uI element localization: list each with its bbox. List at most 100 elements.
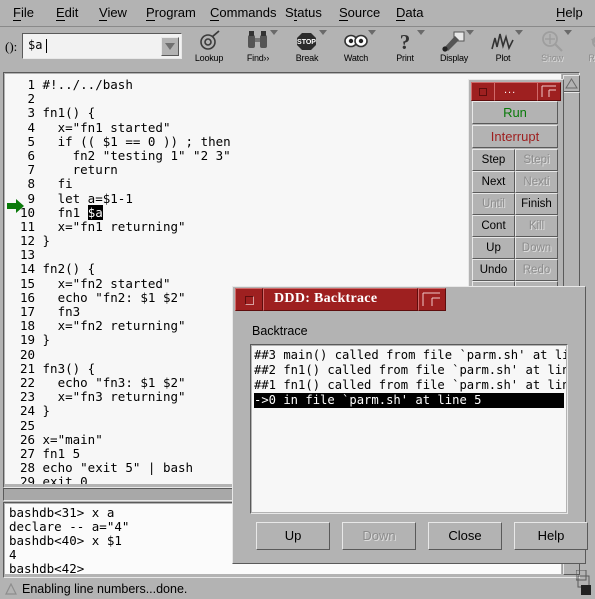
source-line[interactable]: 20 — [5, 346, 238, 362]
toolbar-find-button[interactable]: Find›› — [234, 29, 282, 69]
scroll-up-arrow-icon[interactable] — [563, 75, 580, 92]
cmd-run-button[interactable]: Run — [472, 101, 558, 124]
argument-field[interactable]: $a — [22, 33, 182, 59]
cmd-undo-button[interactable]: Undo — [472, 259, 515, 281]
source-line[interactable]: 4 x="fn1 started" — [5, 120, 238, 135]
source-line[interactable]: 10 fn1 $a — [5, 204, 238, 220]
toolbar-watch-button[interactable]: Watch — [332, 29, 380, 69]
source-line[interactable]: 18 x="fn2 returning" — [5, 318, 238, 334]
command-tool-window: ... Run Interrupt Step Stepi Next Nexti Until F… — [468, 79, 564, 309]
source-line[interactable]: 1 #!../../bash — [5, 77, 238, 92]
chevron-down-icon[interactable] — [270, 30, 278, 35]
line-number: 8 — [19, 176, 35, 192]
menu-data[interactable]: Data — [393, 4, 426, 22]
toolbar-plot-button[interactable]: Plot — [479, 29, 527, 69]
chevron-down-icon[interactable] — [368, 30, 376, 35]
cmd-interrupt-button[interactable]: Interrupt — [472, 125, 558, 148]
toolbar-display-button[interactable]: Display — [430, 29, 478, 69]
backtrace-help-button[interactable]: Help — [514, 522, 588, 550]
cmd-finish-button[interactable]: Finish — [515, 193, 558, 215]
source-line[interactable]: 26 x="main" — [5, 432, 238, 447]
line-number: 18 — [19, 318, 35, 334]
chevron-down-icon[interactable] — [417, 30, 425, 35]
source-line[interactable]: 25 — [5, 418, 238, 433]
selected-expression[interactable]: $a — [87, 204, 103, 220]
cmd-step-button[interactable]: Step — [472, 149, 515, 171]
source-line[interactable]: 7 return — [5, 162, 238, 177]
backtrace-frame[interactable]: ##1 fn1() called from file `parm.sh' at … — [254, 378, 566, 393]
backtrace-list[interactable]: ##3 main() called from file `parm.sh' at… — [252, 346, 566, 512]
menu-commands[interactable]: Commands — [207, 4, 279, 22]
source-line[interactable]: 15 x="fn2 started" — [5, 276, 238, 291]
source-line[interactable]: 28 echo "exit 5" | bash — [5, 460, 238, 476]
source-line[interactable]: 23 x="fn3 returning" — [5, 389, 238, 405]
source-line[interactable]: 27 fn1 5 — [5, 446, 238, 461]
backtrace-minimize-button[interactable] — [235, 288, 263, 311]
source-line[interactable]: 11 x="fn1 returning" — [5, 218, 238, 234]
line-number: 6 — [19, 147, 35, 163]
toolbar-break-button[interactable]: STOP Break — [283, 29, 331, 69]
backtrace-frame[interactable]: ##2 fn1() called from file `parm.sh' at … — [254, 363, 566, 378]
toolbar-show-button: Show — [528, 29, 576, 69]
source-line[interactable]: 8 fi — [5, 177, 238, 191]
source-line[interactable]: 22 echo "fn3: $1 $2" — [5, 374, 238, 390]
line-number: 11 — [19, 218, 35, 234]
cmd-cont-button[interactable]: Cont — [472, 215, 515, 237]
backtrace-maximize-button[interactable] — [418, 288, 446, 311]
toolbar-print-button[interactable]: ? Print — [381, 29, 429, 69]
source-line[interactable]: 9 let a=$1-1 — [5, 191, 238, 206]
menu-status[interactable]: Status — [282, 4, 325, 22]
command-tool-menu-button[interactable] — [471, 82, 495, 101]
menu-source[interactable]: Source — [336, 4, 383, 22]
backtrace-dialog: DDD: Backtrace Backtrace ##3 main() call… — [232, 286, 588, 581]
backtrace-resize-grip-icon[interactable] — [576, 570, 589, 586]
cmd-button-label: Down — [521, 242, 552, 254]
chevron-down-icon[interactable] — [515, 30, 523, 35]
source-line[interactable]: 13 — [5, 248, 238, 262]
source-line[interactable]: 3 fn1() { — [5, 106, 238, 120]
backtrace-button-label: Close — [448, 528, 482, 543]
menu-view[interactable]: View — [96, 4, 130, 22]
cmd-up-button[interactable]: Up — [472, 237, 515, 259]
command-tool-titlebar[interactable]: ... — [471, 82, 561, 101]
line-number: 28 — [19, 460, 35, 476]
backtrace-frame[interactable]: ##3 main() called from file `parm.sh' at… — [254, 348, 566, 363]
backtrace-titlebar[interactable]: DDD: Backtrace — [263, 288, 418, 311]
line-number: 20 — [19, 346, 35, 362]
source-line[interactable]: 24 } — [5, 404, 238, 418]
argument-value: $a — [28, 38, 43, 52]
source-line[interactable]: 12 } — [5, 233, 238, 248]
menu-file[interactable]: File — [10, 4, 37, 22]
cmd-button-label: Kill — [528, 220, 545, 232]
source-line[interactable]: 16 echo "fn2: $1 $2" — [5, 290, 238, 305]
source-line[interactable]: 21 fn3() { — [5, 361, 238, 376]
command-tool-maximize-button[interactable] — [537, 82, 561, 101]
source-lines: 1 #!../../bash 2 3 fn1() { 4 x="fn1 star… — [5, 77, 238, 484]
chevron-down-icon[interactable] — [319, 30, 327, 35]
menu-program[interactable]: Program — [143, 4, 199, 22]
line-number: 22 — [19, 374, 35, 390]
menu-edit[interactable]: Edit — [53, 4, 81, 22]
menu-help[interactable]: Help — [553, 4, 586, 22]
toolbar-lookup-button[interactable]: Lookup — [185, 29, 233, 69]
backtrace-frame[interactable]: ->0 in file `parm.sh' at line 5 — [254, 393, 564, 408]
source-line[interactable]: 17 fn3 — [5, 304, 238, 319]
source-line[interactable]: 6 fn2 "testing 1" "2 3" — [5, 147, 238, 163]
source-line[interactable]: 19 } — [5, 333, 238, 347]
cmd-next-button[interactable]: Next — [472, 171, 515, 193]
source-line[interactable]: 2 — [5, 91, 238, 106]
backtrace-up-button[interactable]: Up — [256, 522, 330, 550]
source-line[interactable]: 14 fn2() { — [5, 262, 238, 276]
toolbar-button-label: Print — [396, 53, 414, 63]
cmd-stepi-button: Stepi — [515, 149, 558, 171]
line-number: 23 — [19, 389, 35, 405]
cmd-until-button: Until — [472, 193, 515, 215]
chevron-down-icon[interactable] — [466, 30, 474, 35]
source-line[interactable]: 5 if (( $1 == 0 )) ; then — [5, 134, 238, 149]
source-line[interactable]: 29 exit 0 — [5, 475, 238, 484]
cmd-button-label: Stepi — [523, 154, 550, 166]
backtrace-close-button[interactable]: Close — [428, 522, 502, 550]
argument-dropdown-button[interactable] — [161, 37, 179, 56]
cmd-button-label: Next — [481, 176, 506, 188]
chevron-down-icon[interactable] — [564, 30, 572, 35]
